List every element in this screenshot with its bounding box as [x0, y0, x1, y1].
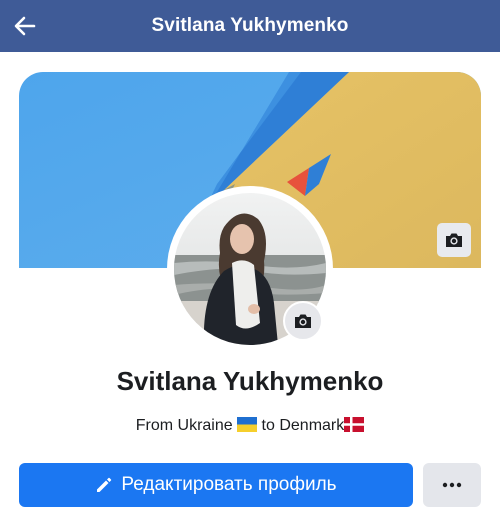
edit-profile-label: Редактировать профиль: [121, 474, 337, 495]
profile-bio: From Ukraine to Denmark: [0, 417, 500, 435]
more-dots-icon: [442, 482, 462, 488]
more-options-button[interactable]: [423, 463, 481, 507]
bio-from-text: From Ukraine: [135, 417, 238, 434]
top-bar: Svitlana Yukhymenko: [0, 0, 500, 52]
avatar-camera-button[interactable]: [283, 301, 323, 341]
edit-profile-button[interactable]: Редактировать профиль: [19, 463, 413, 507]
camera-icon: [446, 233, 462, 247]
back-button[interactable]: [10, 11, 40, 41]
arrow-left-icon: [14, 16, 36, 36]
bio-to-text: to Denmark: [257, 417, 345, 434]
pencil-icon: [97, 477, 112, 492]
denmark-flag: [344, 417, 365, 432]
ukraine-flag: [237, 417, 258, 432]
profile-name: Svitlana Yukhymenko: [116, 366, 384, 396]
page-title: Svitlana Yukhymenko: [151, 15, 349, 36]
spacer: [0, 52, 500, 72]
cover-camera-button[interactable]: [437, 223, 471, 257]
camera-icon: [295, 314, 311, 328]
